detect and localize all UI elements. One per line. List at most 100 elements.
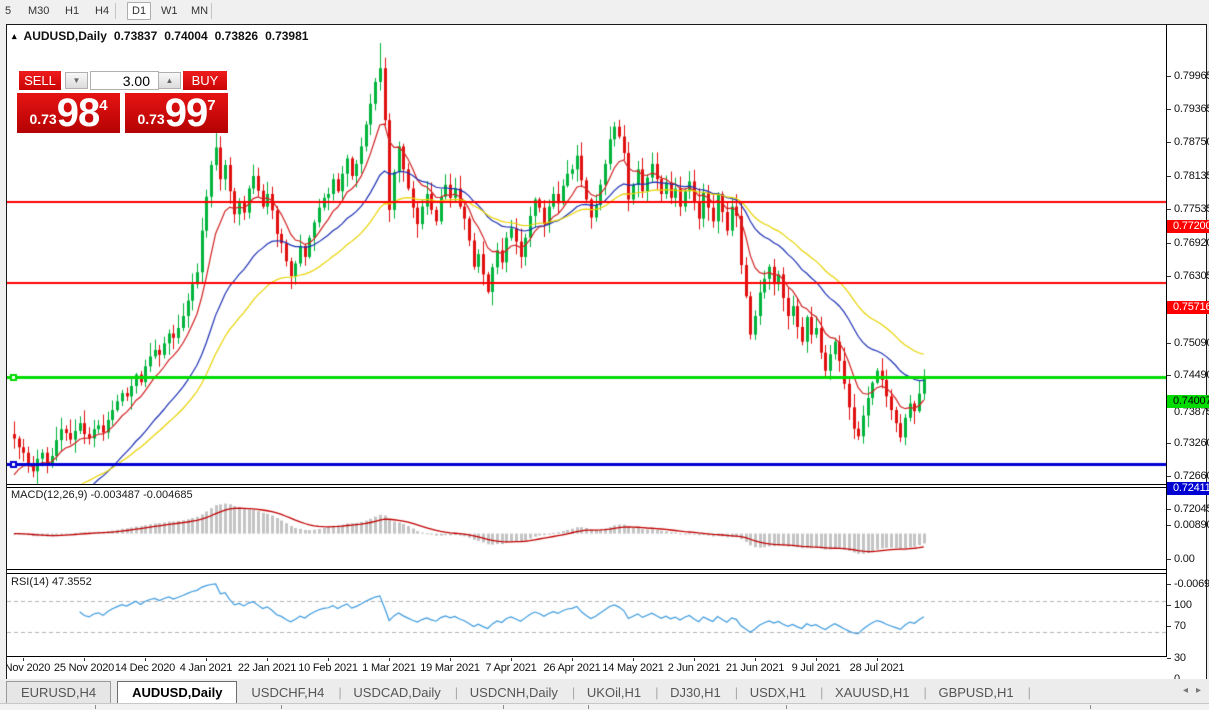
timeframe-button-5[interactable]: 5 [1, 3, 15, 19]
price-tick-label: 0.79965 [1174, 70, 1209, 82]
ohlc-open: 0.73837 [113, 29, 158, 43]
price-tick-mark [1167, 142, 1171, 143]
date-tick-mark [23, 658, 24, 661]
price-tick-label: 0.73260 [1174, 437, 1209, 449]
hline-price-chip-0-77200[interactable]: 0.77200 [1167, 220, 1209, 233]
status-strip-mark [281, 705, 282, 709]
date-tick-mark [206, 658, 207, 661]
date-tick-mark [572, 658, 573, 661]
tab-usdcnh-daily[interactable]: USDCNH,Daily [456, 682, 572, 703]
rsi-indicator-label: RSI(14) 47.3552 [11, 576, 92, 588]
volume-input[interactable] [90, 71, 159, 90]
timeframe-button-h4[interactable]: H4 [91, 3, 113, 19]
macd-scale-label: 0.008903 [1174, 519, 1209, 531]
tab-scroll-left-icon[interactable]: ◂ [1183, 685, 1188, 696]
timeframe-button-h1[interactable]: H1 [61, 3, 83, 19]
date-tick-mark [755, 658, 756, 661]
price-tick-mark [1167, 525, 1171, 526]
price-tick-mark [1167, 584, 1171, 585]
timeframe-toolbar: 5 M30 H1 H4 D1 W1 MN [0, 0, 1209, 23]
hline-price-chip-0-75716[interactable]: 0.75716 [1167, 301, 1209, 314]
price-tick-label: 0.76305 [1174, 270, 1209, 282]
price-tick-label: 0.72045 [1174, 503, 1209, 515]
price-tick-label: 0.72660 [1174, 470, 1209, 482]
date-tick-label: 14 Dec 2020 [114, 662, 176, 674]
buy-button[interactable]: BUY [183, 71, 227, 90]
panel-separator[interactable] [7, 569, 1166, 570]
sell-button[interactable]: SELL [19, 71, 61, 90]
price-tick-label: 0.74490 [1174, 369, 1209, 381]
rsi-scale-label: 70 [1174, 620, 1186, 632]
price-tick-mark [1167, 626, 1171, 627]
volume-increase-button[interactable]: ▲ [158, 72, 181, 89]
date-tick-mark [694, 658, 695, 661]
sell-price-pip-digit: 4 [99, 96, 108, 114]
tab-audusd-daily[interactable]: AUDUSD,Daily [117, 681, 238, 703]
date-tick-label: 14 May 2021 [602, 662, 664, 674]
price-tick-label: 0.76920 [1174, 237, 1209, 249]
price-tick-mark [1167, 176, 1171, 177]
date-tick-mark [450, 658, 451, 661]
buy-price-pip-digit: 7 [207, 96, 216, 114]
date-tick-mark [633, 658, 634, 661]
panel-separator[interactable] [7, 573, 1166, 574]
tab-separator: | [1027, 685, 1031, 700]
ohlc-high: 0.74004 [164, 29, 208, 43]
chart-window: ▴ AUDUSD,Daily 0.73837 0.74004 0.73826 0… [6, 24, 1209, 685]
tab-dj30-h1[interactable]: DJ30,H1 [656, 682, 735, 703]
date-tick-label: 19 Mar 2021 [420, 662, 480, 674]
price-tick-mark [1167, 605, 1171, 606]
price-tick-mark [1167, 509, 1171, 510]
toolbar-separator [115, 3, 116, 19]
price-tick-label: 0.77535 [1174, 203, 1209, 215]
tab-gbpusd-h1[interactable]: GBPUSD,H1 [924, 682, 1027, 703]
price-tick-mark [1167, 375, 1171, 376]
date-tick-label: 6 Nov 2020 [7, 662, 51, 674]
collapse-trade-panel-icon[interactable]: ▴ [12, 31, 17, 42]
date-tick-label: 21 Jun 2021 [725, 662, 785, 674]
tab-eurusd-h4[interactable]: EURUSD,H4 [6, 681, 112, 703]
volume-decrease-button[interactable]: ▼ [65, 72, 88, 89]
status-strip-mark [786, 705, 787, 709]
status-strip-mark [503, 705, 504, 709]
date-tick-label: 22 Jan 2021 [237, 662, 297, 674]
buy-price-prefix: 0.73 [137, 111, 165, 127]
hline-price-chip-0-74007[interactable]: 0.74007 [1167, 395, 1209, 408]
date-tick-mark [511, 658, 512, 661]
price-tick-mark [1167, 559, 1171, 560]
date-tick-label: 7 Apr 2021 [485, 662, 537, 674]
sell-price-panel[interactable]: 0.73 98 4 [17, 93, 120, 133]
price-tick-mark [1167, 209, 1171, 210]
ohlc-low: 0.73826 [214, 29, 259, 43]
tab-scroll-right-icon[interactable]: ▸ [1196, 685, 1201, 696]
tab-xauusd-h1[interactable]: XAUUSD,H1 [821, 682, 923, 703]
tab-ukoil-h1[interactable]: UKOil,H1 [573, 682, 655, 703]
chart-header: ▴ AUDUSD,Daily 0.73837 0.74004 0.73826 0… [12, 29, 308, 43]
date-tick-label: 9 Jul 2021 [791, 662, 841, 674]
buy-price-panel[interactable]: 0.73 99 7 [125, 93, 228, 133]
ohlc-close: 0.73981 [265, 29, 309, 43]
panel-separator [7, 656, 1166, 657]
tab-usdchf-h4[interactable]: USDCHF,H4 [237, 682, 338, 703]
date-tick-label: 10 Feb 2021 [298, 662, 358, 674]
timeframe-button-d1[interactable]: D1 [127, 2, 152, 20]
timeframe-button-mn[interactable]: MN [187, 3, 212, 19]
buy-price-big-digits: 99 [164, 91, 208, 135]
status-strip-mark [1090, 705, 1091, 709]
date-tick-mark [328, 658, 329, 661]
price-tick-mark [1167, 476, 1171, 477]
date-tick-label: 2 Jun 2021 [667, 662, 721, 674]
price-tick-mark [1167, 658, 1171, 659]
panel-separator[interactable] [7, 484, 1166, 485]
toolbar-separator [211, 3, 212, 19]
tab-usdx-h1[interactable]: USDX,H1 [736, 682, 820, 703]
tab-usdcad-daily[interactable]: USDCAD,Daily [339, 682, 454, 703]
price-tick-mark [1167, 109, 1171, 110]
panel-separator[interactable] [7, 487, 1166, 488]
timeframe-button-w1[interactable]: W1 [157, 3, 182, 19]
date-tick-label: 26 Apr 2021 [543, 662, 601, 674]
date-tick-mark [84, 658, 85, 661]
hline-price-chip-0-72411[interactable]: 0.72411 [1167, 482, 1209, 495]
timeframe-button-m30[interactable]: M30 [24, 3, 53, 19]
date-tick-mark [389, 658, 390, 661]
